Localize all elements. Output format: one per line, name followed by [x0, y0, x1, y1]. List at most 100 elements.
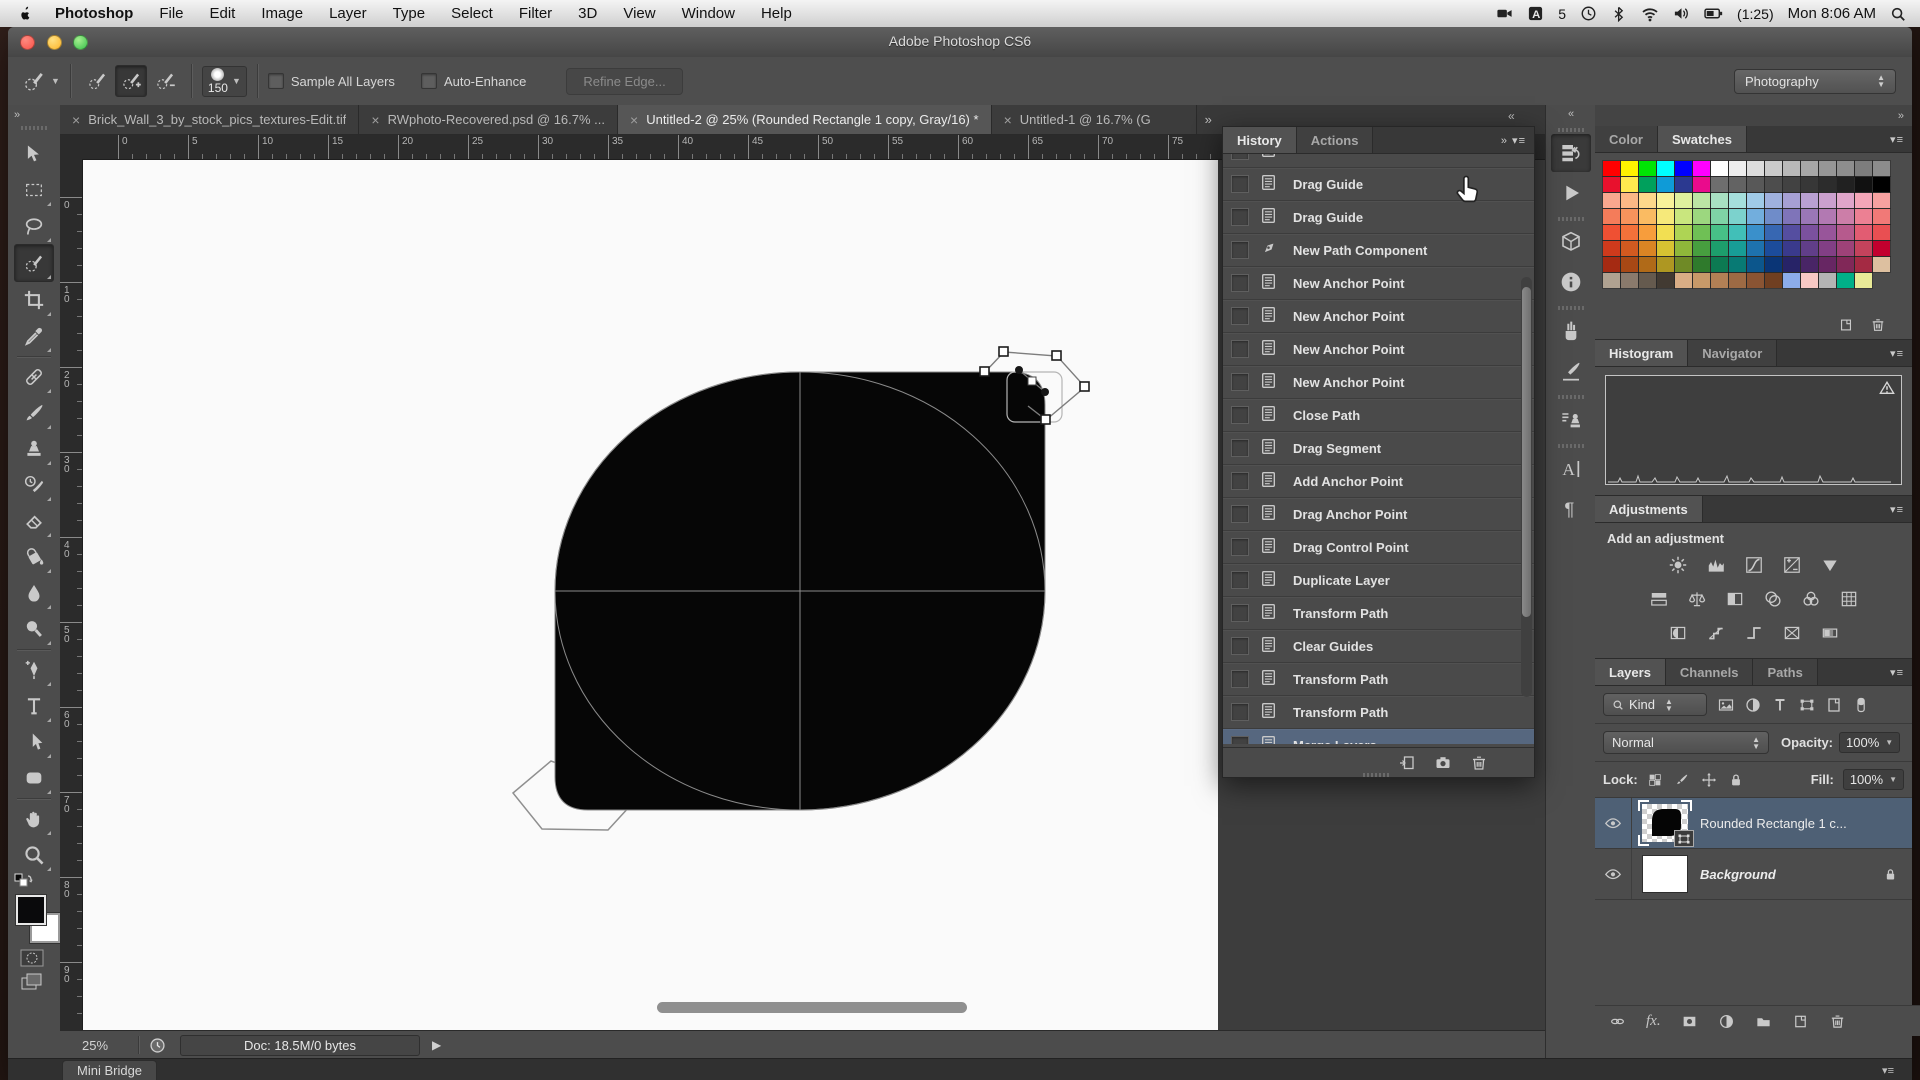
- adj-curves-icon[interactable]: [1739, 552, 1769, 578]
- color-swatch[interactable]: [1657, 241, 1674, 256]
- menubar-clock[interactable]: Mon 8:06 AM: [1788, 5, 1876, 22]
- color-swatch[interactable]: [1783, 161, 1800, 176]
- layers-tab-paths[interactable]: Paths: [1753, 659, 1817, 685]
- adj-vibrance-icon[interactable]: [1815, 552, 1845, 578]
- expand-dock-chevron[interactable]: »: [1898, 110, 1904, 122]
- kind-adjustment-icon[interactable]: [1744, 696, 1762, 714]
- menu-image[interactable]: Image: [248, 5, 316, 22]
- menu-photoshop[interactable]: Photoshop: [42, 5, 146, 22]
- filter-kind-select[interactable]: Kind ▲▼: [1603, 693, 1707, 716]
- panel-icon-actions-play[interactable]: [1551, 174, 1591, 212]
- color-swatch[interactable]: [1783, 225, 1800, 240]
- color-swatch[interactable]: [1657, 161, 1674, 176]
- document-tab-3[interactable]: ×Untitled-2 @ 25% (Rounded Rectangle 1 c…: [618, 105, 992, 134]
- warning-triangle-icon[interactable]: [1879, 380, 1895, 396]
- color-swatch[interactable]: [1675, 177, 1692, 192]
- snapshot-camera-icon[interactable]: [1434, 754, 1452, 772]
- status-options-arrow[interactable]: ▶: [432, 1038, 441, 1052]
- kind-image-icon[interactable]: [1717, 696, 1735, 714]
- color-swatch[interactable]: [1801, 273, 1818, 288]
- histogram-tab-histogram[interactable]: Histogram: [1595, 340, 1688, 366]
- more-tabs-chevron[interactable]: «: [1508, 109, 1515, 123]
- document-tab-1[interactable]: ×Brick_Wall_3_by_stock_pics_textures-Edi…: [60, 105, 359, 134]
- swap-colors-icon[interactable]: [14, 873, 34, 889]
- color-swatch[interactable]: [1783, 177, 1800, 192]
- color-swatch[interactable]: [1693, 177, 1710, 192]
- dock-grip[interactable]: [1558, 395, 1584, 399]
- tab-overflow-chevron[interactable]: »: [1197, 105, 1220, 134]
- color-swatch[interactable]: [1747, 273, 1764, 288]
- status-clock-icon[interactable]: [149, 1037, 166, 1054]
- document-size-info[interactable]: Doc: 18.5M/0 bytes: [180, 1035, 420, 1056]
- link-layers-icon[interactable]: [1609, 1013, 1626, 1030]
- color-swatch[interactable]: [1621, 161, 1638, 176]
- color-swatch[interactable]: [1621, 225, 1638, 240]
- color-swatch[interactable]: [1603, 225, 1620, 240]
- color-swatch[interactable]: [1801, 257, 1818, 272]
- color-swatch[interactable]: [1783, 241, 1800, 256]
- color-swatch[interactable]: [1675, 193, 1692, 208]
- color-swatch[interactable]: [1675, 225, 1692, 240]
- color-swatch[interactable]: [1837, 161, 1854, 176]
- panel-icon-properties-3d[interactable]: [1551, 223, 1591, 261]
- anchor-handle[interactable]: [999, 347, 1008, 356]
- color-swatch[interactable]: [1855, 161, 1872, 176]
- dodge-tool[interactable]: [15, 611, 53, 647]
- history-snapshot-checkbox[interactable]: [1231, 736, 1249, 744]
- kind-type-icon[interactable]: [1771, 696, 1789, 714]
- history-snapshot-checkbox[interactable]: [1231, 604, 1249, 622]
- color-swatch[interactable]: [1819, 193, 1836, 208]
- color-swatch[interactable]: [1765, 225, 1782, 240]
- color-swatch[interactable]: [1639, 241, 1656, 256]
- color-swatch[interactable]: [1639, 161, 1656, 176]
- color-swatch[interactable]: [1693, 273, 1710, 288]
- color-swatch[interactable]: [1783, 273, 1800, 288]
- window-titlebar[interactable]: Adobe Photoshop CS6: [8, 27, 1912, 58]
- color-swatch[interactable]: [1801, 209, 1818, 224]
- menu-select[interactable]: Select: [438, 5, 506, 22]
- layer-visibility-toggle[interactable]: [1595, 849, 1632, 899]
- color-swatch[interactable]: [1729, 177, 1746, 192]
- menu-window[interactable]: Window: [669, 5, 748, 22]
- paint-bucket-tool[interactable]: [15, 539, 53, 575]
- color-swatch[interactable]: [1603, 209, 1620, 224]
- lock-transparency-icon[interactable]: [1647, 772, 1663, 788]
- history-item-transform-path[interactable]: Transform Path: [1223, 663, 1534, 696]
- color-swatch[interactable]: [1873, 193, 1890, 208]
- fx-icon[interactable]: fx.: [1646, 1013, 1661, 1030]
- refine-edge-button[interactable]: Refine Edge...: [566, 68, 682, 95]
- dock-grip[interactable]: [1558, 128, 1584, 132]
- history-snapshot-checkbox[interactable]: [1231, 175, 1249, 193]
- color-swatch[interactable]: [1693, 225, 1710, 240]
- history-snapshot-checkbox[interactable]: [1231, 406, 1249, 424]
- tab-adjustments[interactable]: Adjustments: [1595, 496, 1703, 522]
- eraser-tool[interactable]: [15, 503, 53, 539]
- color-swatch[interactable]: [1783, 193, 1800, 208]
- history-tab-actions[interactable]: Actions: [1297, 127, 1374, 153]
- lock-paint-icon[interactable]: [1674, 772, 1690, 788]
- color-swatch[interactable]: [1657, 225, 1674, 240]
- document-tab-2[interactable]: ×RWphoto-Recovered.psd @ 16.7% ...: [359, 105, 618, 134]
- close-tab-icon[interactable]: ×: [371, 112, 379, 128]
- dock-grip[interactable]: [1558, 444, 1584, 448]
- color-swatch[interactable]: [1765, 209, 1782, 224]
- panel-icon-paragraph[interactable]: ¶: [1551, 490, 1591, 528]
- opacity-field[interactable]: 100% ▼: [1839, 732, 1900, 753]
- color-swatch[interactable]: [1783, 257, 1800, 272]
- filter-toggle-icon[interactable]: [1852, 696, 1870, 714]
- color-swatch[interactable]: [1675, 273, 1692, 288]
- histogram-display[interactable]: [1605, 375, 1902, 485]
- adj-gradientmap-icon[interactable]: [1815, 620, 1845, 646]
- color-swatch[interactable]: [1837, 273, 1854, 288]
- color-swatch[interactable]: [1801, 225, 1818, 240]
- histogram-tab-navigator[interactable]: Navigator: [1688, 340, 1777, 366]
- bluetooth-icon-icon[interactable]: [1611, 6, 1627, 22]
- color-swatch[interactable]: [1657, 177, 1674, 192]
- layers-tab-layers[interactable]: Layers: [1595, 659, 1666, 685]
- anchor-handle[interactable]: [1041, 415, 1050, 424]
- rounded-rectangle-tool[interactable]: [15, 760, 53, 796]
- color-swatch[interactable]: [1873, 241, 1890, 256]
- panel-icon-brush-panel[interactable]: [1551, 352, 1591, 390]
- screen-mode-icon[interactable]: [20, 973, 44, 991]
- color-swatch[interactable]: [1819, 209, 1836, 224]
